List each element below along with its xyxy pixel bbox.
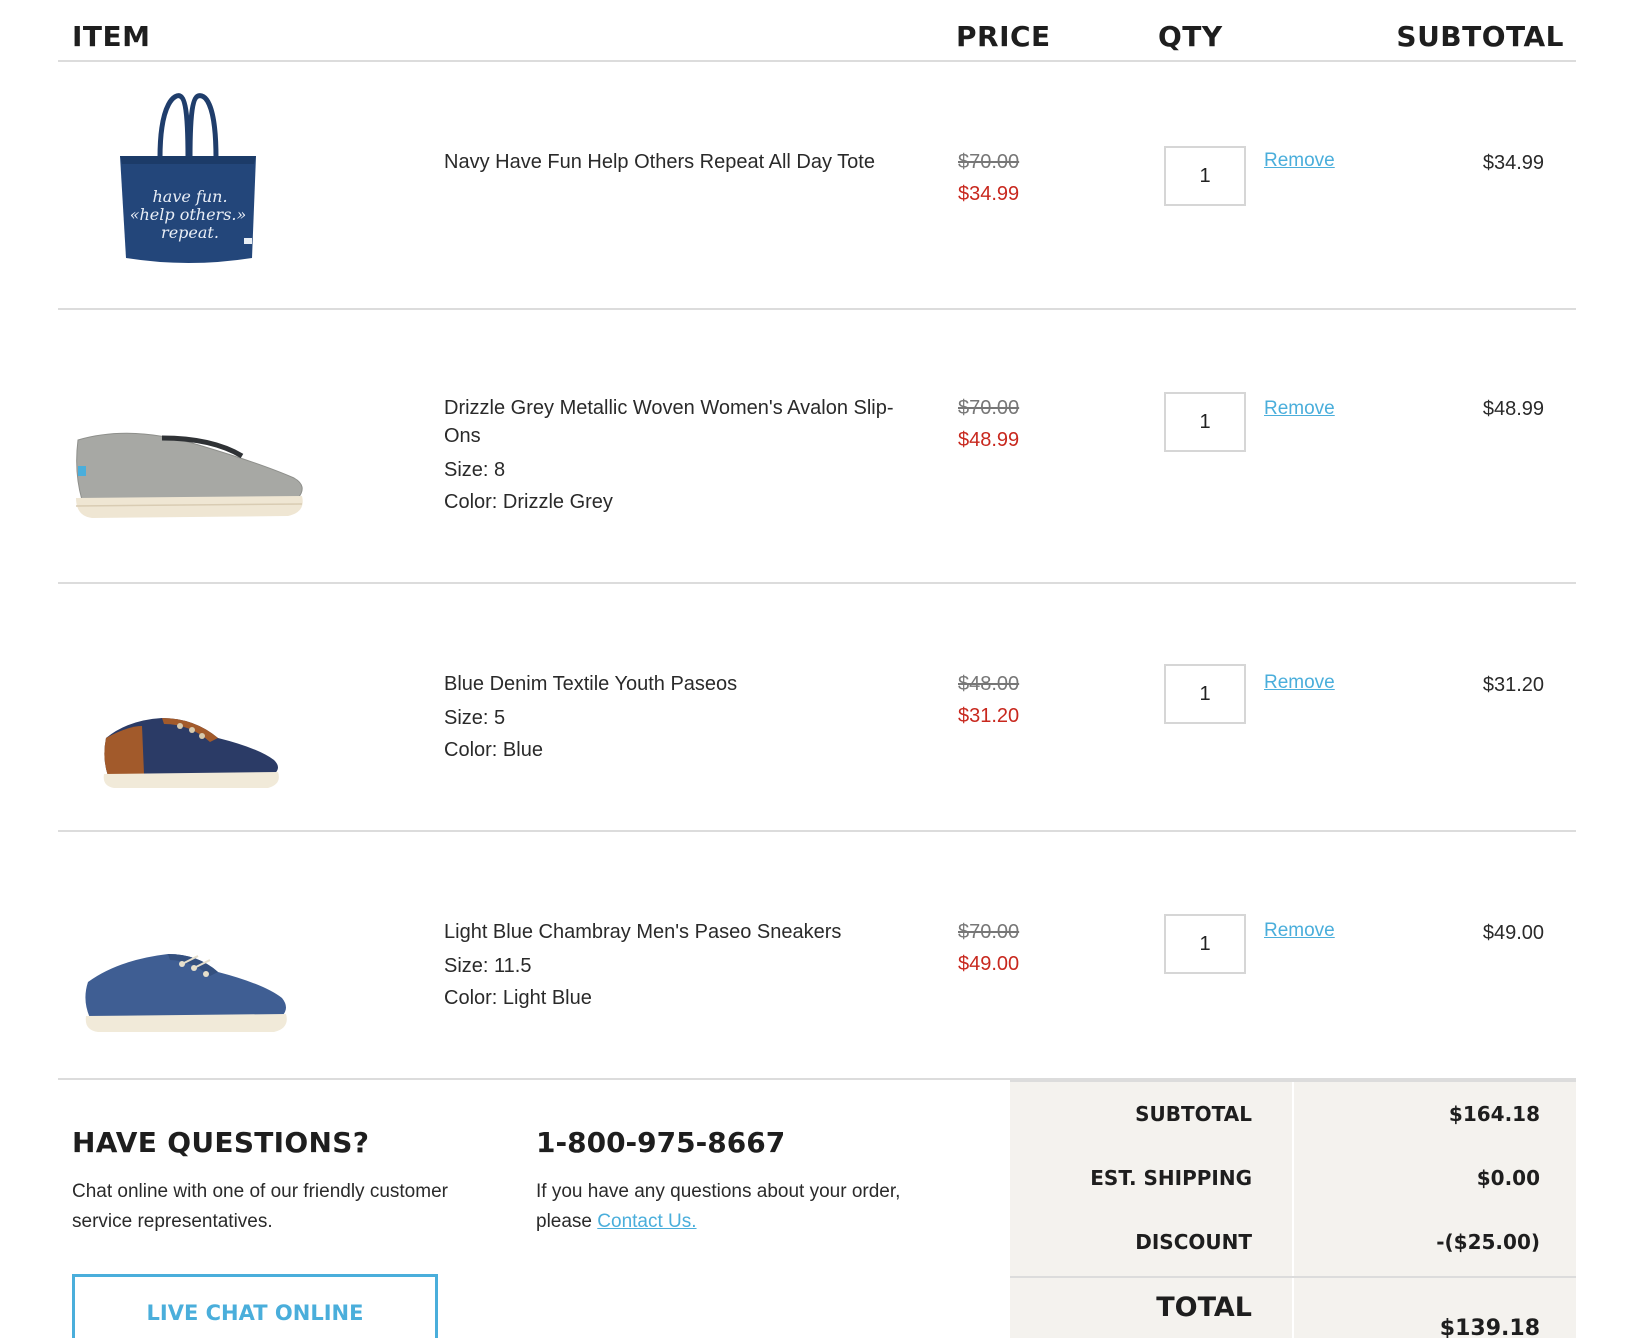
quantity-input[interactable] <box>1164 664 1246 724</box>
line-subtotal: $48.99 <box>1482 398 1544 420</box>
original-price: $48.00 <box>958 673 1020 695</box>
summary-discount-label: DISCOUNT <box>1135 1230 1252 1254</box>
cart-row: Light Blue Chambray Men's Paseo Sneakers… <box>58 832 1576 1080</box>
product-size: Size: 8 <box>444 459 506 481</box>
grey-slip-on-shoe-icon <box>75 432 303 518</box>
summary-shipping-label: EST. SHIPPING <box>1090 1166 1252 1190</box>
line-subtotal: $49.00 <box>1482 922 1544 944</box>
cart-header: ITEM PRICE QTY SUBTOTAL <box>58 0 1576 62</box>
original-price: $70.00 <box>958 397 1020 419</box>
header-price: PRICE <box>956 20 1051 53</box>
product-name[interactable]: Light Blue Chambray Men's Paseo Sneakers <box>444 918 914 946</box>
tote-print-2: «help others.» <box>130 205 247 224</box>
product-info: Navy Have Fun Help Others Repeat All Day… <box>444 148 914 176</box>
summary-divider-vertical <box>1292 1082 1294 1338</box>
chambray-sneaker-icon <box>85 954 287 1032</box>
remove-link[interactable]: Remove <box>1264 920 1335 942</box>
price-cell: $70.00 $34.99 <box>958 146 1019 210</box>
remove-link[interactable]: Remove <box>1264 672 1335 694</box>
tote-print-3: repeat. <box>161 223 219 242</box>
header-subtotal: SUBTOTAL <box>1396 20 1564 53</box>
product-info: Light Blue Chambray Men's Paseo Sneakers… <box>444 918 914 1014</box>
header-item: ITEM <box>72 20 151 53</box>
help-section: HAVE QUESTIONS? Chat online with one of … <box>72 1126 492 1237</box>
live-chat-button[interactable]: LIVE CHAT ONLINE <box>72 1274 438 1338</box>
summary-subtotal-value: $164.18 <box>1448 1102 1540 1126</box>
summary-divider-horizontal <box>1010 1276 1576 1278</box>
summary-discount-value: -($25.00) <box>1436 1230 1540 1254</box>
help-title: HAVE QUESTIONS? <box>72 1126 370 1159</box>
tote-print-1: have fun. <box>152 187 227 206</box>
summary-subtotal-label: SUBTOTAL <box>1135 1102 1252 1126</box>
sale-price: $48.99 <box>958 429 1020 451</box>
header-qty: QTY <box>1158 20 1223 53</box>
price-cell: $70.00 $48.99 <box>958 392 1019 456</box>
cart-row: Blue Denim Textile Youth Paseos Size: 5 … <box>58 584 1576 832</box>
blue-denim-sneaker-icon <box>103 718 279 788</box>
summary-total-label: TOTAL <box>1156 1292 1252 1323</box>
phone-number[interactable]: 1-800-975-8667 <box>536 1126 956 1159</box>
product-name[interactable]: Navy Have Fun Help Others Repeat All Day… <box>444 148 914 176</box>
price-cell: $70.00 $49.00 <box>958 916 1019 980</box>
help-text: Chat online with one of our friendly cus… <box>72 1181 448 1232</box>
original-price: $70.00 <box>958 921 1020 943</box>
sale-price: $31.20 <box>958 705 1020 727</box>
cart-table: ITEM PRICE QTY SUBTOTAL have fun. «help … <box>58 0 1576 1338</box>
navy-tote-bag-icon: have fun. «help others.» repeat. <box>120 93 256 263</box>
product-image[interactable] <box>72 584 372 830</box>
quantity-input[interactable] <box>1164 392 1246 452</box>
cart-row: have fun. «help others.» repeat. Navy Ha… <box>58 62 1576 310</box>
sale-price: $34.99 <box>958 183 1020 205</box>
summary-shipping-value: $0.00 <box>1476 1166 1540 1190</box>
summary-total-value: $139.18 <box>1439 1316 1540 1338</box>
product-size: Size: 5 <box>444 707 506 729</box>
product-info: Drizzle Grey Metallic Woven Women's Aval… <box>444 394 914 518</box>
product-image[interactable]: have fun. «help others.» repeat. <box>72 62 372 308</box>
order-summary: SUBTOTAL $164.18 EST. SHIPPING $0.00 DIS… <box>1010 1080 1576 1338</box>
quantity-input[interactable] <box>1164 146 1246 206</box>
line-subtotal: $34.99 <box>1482 152 1544 174</box>
phone-text-body: If you have any questions about your ord… <box>536 1181 901 1232</box>
contact-us-link[interactable]: Contact Us. <box>597 1211 696 1232</box>
product-image[interactable] <box>72 832 372 1078</box>
original-price: $70.00 <box>958 151 1020 173</box>
line-subtotal: $31.20 <box>1482 674 1544 696</box>
cart-footer: HAVE QUESTIONS? Chat online with one of … <box>58 1080 1576 1338</box>
product-name[interactable]: Blue Denim Textile Youth Paseos <box>444 670 914 698</box>
price-cell: $48.00 $31.20 <box>958 668 1019 732</box>
product-color: Color: Blue <box>444 739 543 761</box>
product-image[interactable] <box>72 310 372 582</box>
product-info: Blue Denim Textile Youth Paseos Size: 5 … <box>444 670 914 766</box>
quantity-input[interactable] <box>1164 914 1246 974</box>
product-name[interactable]: Drizzle Grey Metallic Woven Women's Aval… <box>444 394 914 450</box>
phone-text: If you have any questions about your ord… <box>536 1177 956 1237</box>
phone-section: 1-800-975-8667 If you have any questions… <box>536 1126 956 1237</box>
product-color: Color: Light Blue <box>444 987 592 1009</box>
remove-link[interactable]: Remove <box>1264 150 1335 172</box>
sale-price: $49.00 <box>958 953 1020 975</box>
product-size: Size: 11.5 <box>444 955 532 977</box>
cart-row: Drizzle Grey Metallic Woven Women's Aval… <box>58 310 1576 584</box>
product-color: Color: Drizzle Grey <box>444 491 613 513</box>
remove-link[interactable]: Remove <box>1264 398 1335 420</box>
